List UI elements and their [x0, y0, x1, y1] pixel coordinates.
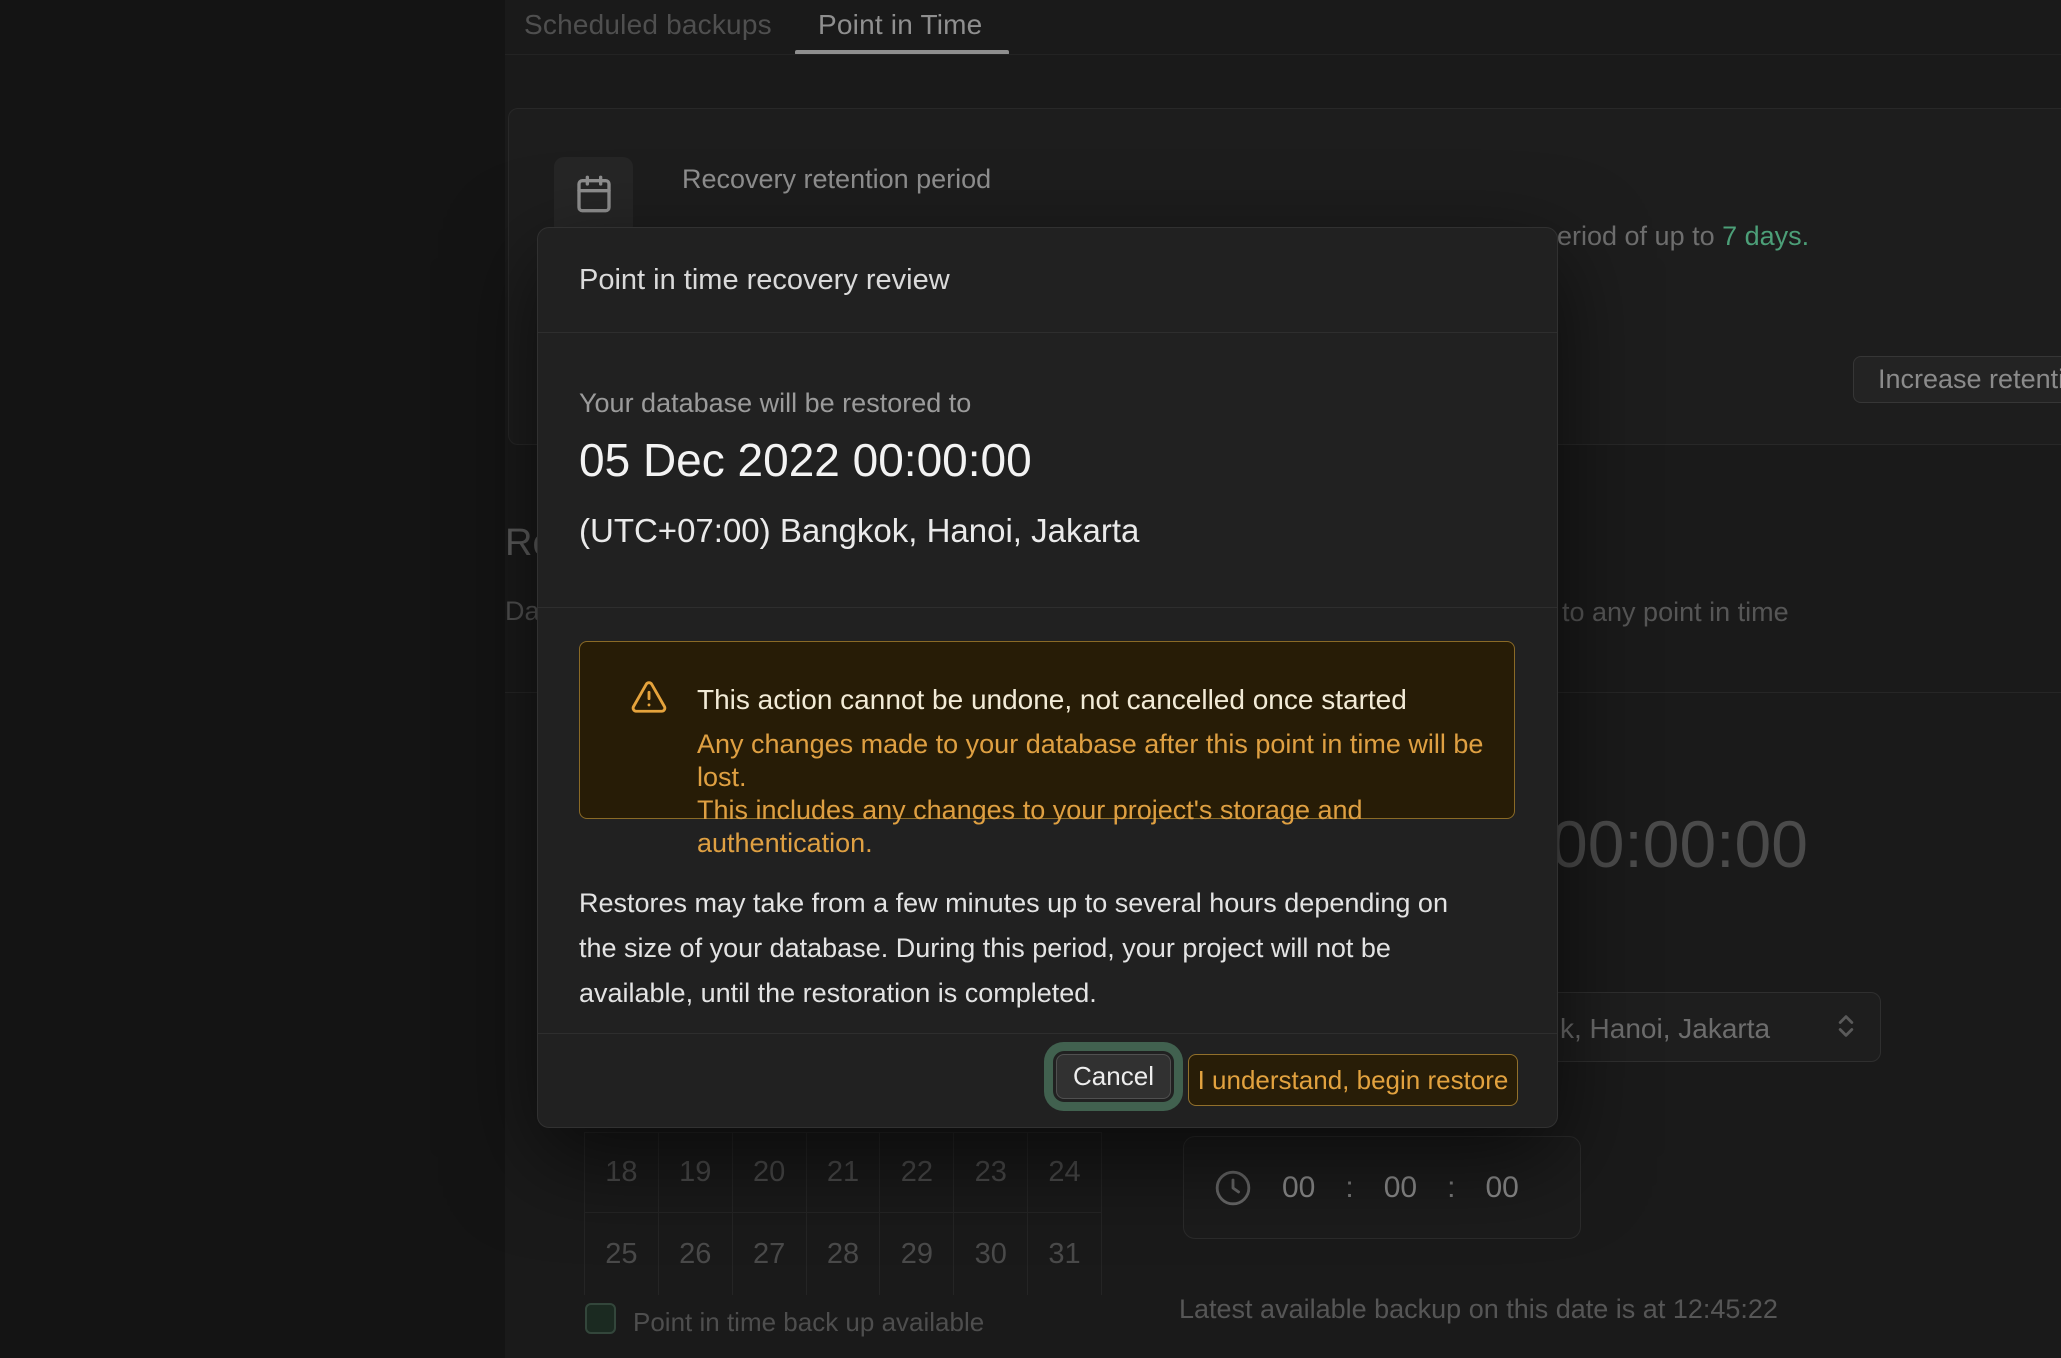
calendar-day[interactable]: 25 — [585, 1213, 658, 1296]
tab-scheduled-backups[interactable]: Scheduled backups — [524, 9, 772, 41]
restore-target-datetime: 05 Dec 2022 00:00:00 — [579, 433, 1032, 487]
retention-desc-text: eriod of up to — [1557, 221, 1722, 251]
backups-page: Scheduled backups Point in Time Recovery… — [0, 0, 2061, 1358]
chevrons-up-down-icon — [1832, 1012, 1860, 1045]
calendar-day[interactable]: 26 — [659, 1213, 732, 1296]
calendar-day[interactable]: 20 — [733, 1133, 806, 1212]
note-line: the size of your database. During this p… — [579, 926, 1448, 971]
tab-point-in-time[interactable]: Point in Time — [818, 9, 982, 41]
modal-header-divider — [538, 332, 1557, 333]
cancel-button[interactable]: Cancel — [1056, 1054, 1171, 1099]
calendar-day[interactable]: 18 — [585, 1133, 658, 1212]
warning-line: Any changes made to your database after … — [697, 728, 1514, 794]
calendar-icon — [574, 174, 614, 219]
tabs-divider — [505, 54, 2061, 55]
clock-icon — [1214, 1169, 1252, 1207]
calendar-day[interactable]: 30 — [954, 1213, 1027, 1296]
warning-line: This includes any changes to your projec… — [697, 794, 1514, 860]
latest-backup-note: Latest available backup on this date is … — [1179, 1294, 1778, 1325]
warning-callout: This action cannot be undone, not cancel… — [579, 641, 1515, 819]
warning-body: Any changes made to your database after … — [697, 728, 1514, 860]
calendar-icon-container — [554, 157, 633, 236]
modal-footer-divider — [538, 1033, 1557, 1034]
restore-target-timezone: (UTC+07:00) Bangkok, Hanoi, Jakarta — [579, 512, 1139, 550]
modal-section-divider — [538, 607, 1557, 608]
section-subtext-fragment-right: to any point in time — [1562, 597, 1789, 628]
section-subtext-fragment-left: Da — [505, 596, 540, 627]
time-hours-field[interactable]: 00 — [1282, 1171, 1315, 1205]
calendar-day[interactable]: 27 — [733, 1213, 806, 1296]
calendar-day[interactable]: 19 — [659, 1133, 732, 1212]
calendar-day[interactable]: 21 — [807, 1133, 880, 1212]
pitr-review-modal: Point in time recovery review Your datab… — [537, 227, 1558, 1128]
note-line: available, until the restoration is comp… — [579, 971, 1448, 1016]
time-separator: : — [1345, 1171, 1353, 1205]
retention-card-title: Recovery retention period — [682, 164, 991, 195]
calendar-day[interactable]: 22 — [880, 1133, 953, 1212]
pitr-available-label: Point in time back up available — [633, 1307, 984, 1338]
warning-title: This action cannot be undone, not cancel… — [697, 684, 1407, 716]
calendar-day[interactable]: 24 — [1028, 1133, 1101, 1212]
modal-title: Point in time recovery review — [579, 264, 950, 297]
calendar-day[interactable]: 28 — [807, 1213, 880, 1296]
increase-retention-button[interactable]: Increase retention — [1853, 356, 2061, 403]
retention-days-highlight: 7 days. — [1722, 221, 1809, 251]
calendar-day[interactable]: 31 — [1028, 1213, 1101, 1296]
warning-triangle-icon — [630, 678, 668, 721]
time-seconds-field[interactable]: 00 — [1485, 1171, 1518, 1205]
time-separator: : — [1447, 1171, 1455, 1205]
restore-duration-note: Restores may take from a few minutes up … — [579, 881, 1448, 1016]
time-minutes-field[interactable]: 00 — [1384, 1171, 1417, 1205]
restore-target-label: Your database will be restored to — [579, 388, 971, 419]
note-line: Restores may take from a few minutes up … — [579, 881, 1448, 926]
date-picker-calendar: 18 19 20 21 22 23 24 25 26 27 28 29 30 3… — [584, 1132, 1102, 1295]
time-picker[interactable]: 00 : 00 : 00 — [1183, 1136, 1581, 1239]
timezone-select-value: k, Hanoi, Jakarta — [1560, 1013, 1770, 1045]
calendar-day[interactable]: 23 — [954, 1133, 1027, 1212]
selected-time-heading-fragment: 00:00:00 — [1551, 806, 1808, 882]
confirm-restore-button[interactable]: I understand, begin restore — [1188, 1054, 1518, 1106]
pitr-available-checkbox[interactable] — [585, 1303, 616, 1334]
retention-card-description-fragment: eriod of up to 7 days. — [1557, 221, 1809, 252]
calendar-day[interactable]: 29 — [880, 1213, 953, 1296]
